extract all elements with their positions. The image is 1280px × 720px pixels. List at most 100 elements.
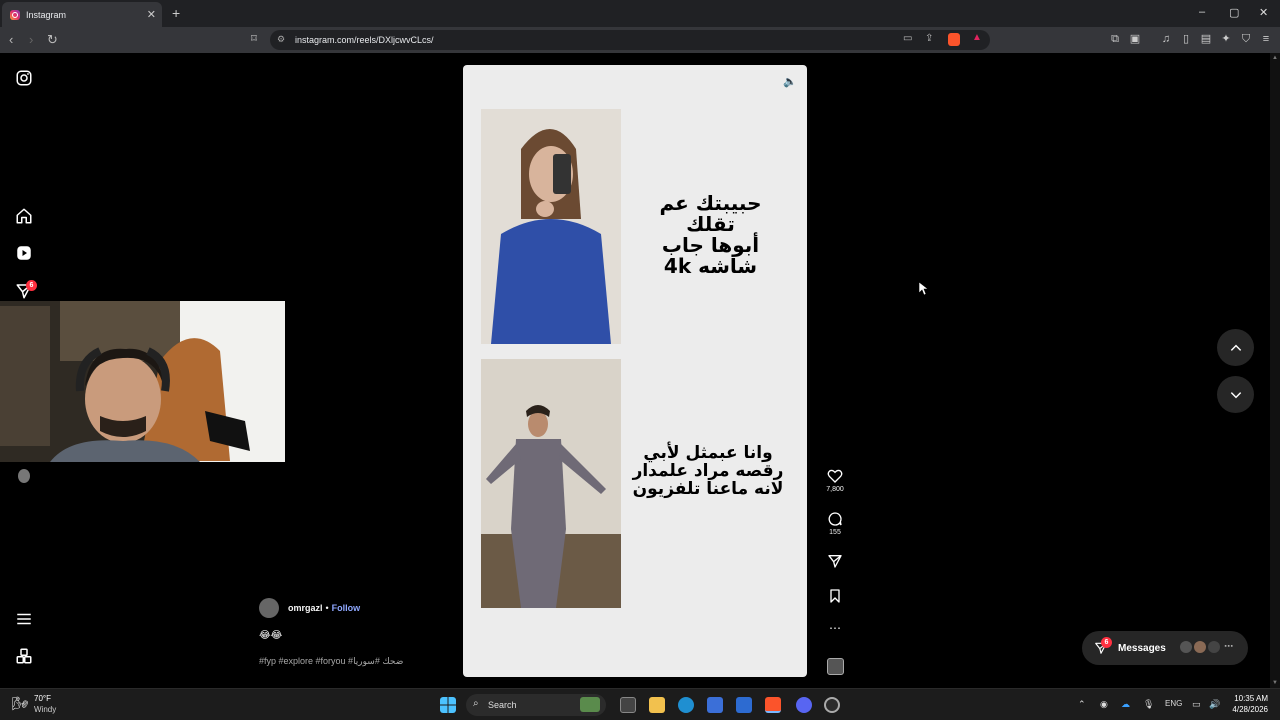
webcam-overlay bbox=[0, 301, 285, 462]
reading-list-icon[interactable]: ▣ bbox=[1129, 33, 1141, 45]
task-view-icon[interactable] bbox=[620, 697, 636, 713]
discord-icon[interactable] bbox=[796, 697, 812, 713]
cast-icon[interactable]: ▭ bbox=[903, 33, 912, 44]
reel-caption-top-line1: حبيبتك عم تقلك bbox=[659, 191, 762, 236]
instagram-favicon-icon bbox=[10, 9, 20, 20]
tab-title: Instagram bbox=[26, 9, 67, 20]
tab-instagram[interactable]: Instagram ✕ bbox=[2, 2, 162, 27]
onedrive-icon[interactable]: ☁ bbox=[1121, 699, 1130, 710]
messages-button[interactable]: 6 Messages ⋯ bbox=[1082, 631, 1248, 665]
also-from-meta-icon[interactable] bbox=[15, 647, 33, 665]
media-icon[interactable]: ♫ bbox=[1160, 33, 1172, 45]
reel-caption-emojis: 😂😂 bbox=[259, 630, 283, 641]
reel-caption-top: حبيبتك عم تقلك أبوها جاب شاشه 4k bbox=[633, 193, 788, 277]
volume-icon[interactable]: 🔊 bbox=[1209, 699, 1220, 710]
reel-video[interactable]: 🔈 حبيبتك عم تقلك أبوها جاب شاشه 4k وانا … bbox=[463, 65, 807, 677]
conversation-avatar-2[interactable] bbox=[1194, 641, 1206, 653]
conversation-avatar-3[interactable] bbox=[1208, 641, 1220, 653]
browser-tab-strip: Instagram ✕ + – ▢ ✕ bbox=[0, 0, 1280, 27]
site-info-icon[interactable]: ⚙ bbox=[277, 34, 285, 45]
clock-date[interactable]: 4/28/2026 bbox=[1228, 705, 1268, 714]
heart-icon[interactable] bbox=[827, 468, 843, 484]
minimize-button[interactable]: – bbox=[1199, 6, 1205, 18]
profile-avatar[interactable] bbox=[18, 469, 30, 483]
address-bar[interactable]: ⚙ instagram.com/reels/DXljcwvCLcs/ ▭ ⇪ ▲ bbox=[270, 30, 990, 50]
mouse-cursor-icon bbox=[919, 282, 928, 296]
comment-icon[interactable] bbox=[827, 511, 843, 527]
reel-hashtags[interactable]: #fyp #explore #foryou #ضحك #سوريا bbox=[259, 656, 403, 667]
share-action[interactable] bbox=[820, 553, 850, 571]
messages-label: Messages bbox=[1118, 642, 1166, 654]
like-action[interactable]: 7,800 bbox=[820, 468, 850, 493]
microphone-icon[interactable]: 🎙 bbox=[1143, 699, 1154, 710]
close-window-button[interactable]: ✕ bbox=[1259, 6, 1268, 19]
maximize-button[interactable]: ▢ bbox=[1229, 6, 1239, 19]
tray-overflow-icon[interactable]: ⌃ bbox=[1078, 699, 1086, 710]
leo-ai-icon[interactable]: ✦ bbox=[1220, 33, 1232, 45]
new-tab-button[interactable]: + bbox=[172, 5, 180, 21]
more-options-icon[interactable]: ⋯ bbox=[820, 622, 850, 634]
taskbar-search-placeholder: Search bbox=[488, 700, 517, 710]
conversation-avatar-1[interactable] bbox=[1180, 641, 1192, 653]
author-avatar[interactable] bbox=[259, 598, 279, 618]
reels-icon[interactable] bbox=[15, 244, 33, 262]
more-conversations-icon[interactable]: ⋯ bbox=[1224, 641, 1233, 652]
save-action[interactable] bbox=[820, 588, 850, 606]
tray-icon-1[interactable]: ◉ bbox=[1100, 699, 1108, 710]
home-icon[interactable] bbox=[15, 207, 33, 225]
wallet-icon[interactable]: ▤ bbox=[1200, 33, 1212, 45]
author-separator: • bbox=[325, 603, 329, 613]
like-count: 7,800 bbox=[826, 486, 844, 493]
sidebar-toggle-icon[interactable]: ▯ bbox=[1180, 33, 1192, 45]
next-reel-button[interactable] bbox=[1217, 376, 1254, 413]
follow-button[interactable]: Follow bbox=[332, 603, 361, 613]
instagram-logo-icon[interactable] bbox=[15, 69, 33, 87]
previous-reel-button[interactable] bbox=[1217, 329, 1254, 366]
start-button-icon[interactable] bbox=[440, 697, 456, 713]
url-text: instagram.com/reels/DXljcwvCLcs/ bbox=[295, 35, 434, 45]
clock-time[interactable]: 10:35 AM bbox=[1230, 694, 1268, 703]
weather-icon[interactable]: 🌬 bbox=[12, 696, 29, 712]
file-explorer-icon[interactable] bbox=[649, 697, 665, 713]
messages-badge: 6 bbox=[1101, 637, 1112, 648]
menu-icon[interactable]: ≡ bbox=[1260, 33, 1272, 45]
brave-browser-icon[interactable] bbox=[765, 697, 781, 713]
mail-icon[interactable] bbox=[736, 697, 752, 713]
notifications-badge: 6 bbox=[26, 280, 37, 291]
reel-photo-bottom bbox=[481, 359, 621, 608]
reload-icon[interactable]: ↻ bbox=[47, 32, 58, 48]
network-icon[interactable]: ▭ bbox=[1192, 699, 1201, 710]
extensions-icon[interactable]: ⧉ bbox=[1109, 33, 1121, 45]
edge-icon[interactable] bbox=[678, 697, 694, 713]
webcam-feed-image bbox=[0, 301, 285, 462]
bookmark-icon[interactable] bbox=[827, 588, 843, 604]
share-icon[interactable] bbox=[827, 553, 843, 569]
weather-temp: 70°F bbox=[34, 694, 51, 703]
vpn-icon[interactable]: ⛉ bbox=[1240, 33, 1252, 45]
forward-icon[interactable]: › bbox=[29, 32, 33, 47]
chevron-down-icon bbox=[1230, 391, 1241, 398]
chevron-up-icon bbox=[1230, 344, 1241, 351]
taskbar-search[interactable]: ⌕ Search bbox=[466, 694, 606, 716]
tab-close-icon[interactable]: ✕ bbox=[147, 8, 156, 21]
language-indicator[interactable]: ENG bbox=[1165, 699, 1182, 708]
app-icon[interactable] bbox=[824, 697, 840, 713]
bookmark-icon[interactable]: ⌑ bbox=[248, 33, 260, 45]
more-menu-icon[interactable] bbox=[15, 610, 33, 628]
brave-rewards-icon[interactable]: ▲ bbox=[972, 32, 982, 43]
reel-caption-bottom: وانا عبمثل لأبي رقصه مراد علمدار لانه ما… bbox=[628, 444, 788, 499]
back-icon[interactable]: ‹ bbox=[9, 32, 13, 47]
browser-toolbar: ‹ › ↻ ⌑ ⚙ instagram.com/reels/DXljcwvCLc… bbox=[0, 27, 1280, 53]
audio-thumbnail[interactable] bbox=[827, 658, 844, 675]
mute-icon[interactable]: 🔈 bbox=[783, 75, 797, 88]
page-scrollbar[interactable] bbox=[1270, 53, 1280, 688]
share-icon[interactable]: ⇪ bbox=[925, 33, 933, 44]
reel-caption-top-line3: شاشه 4k bbox=[663, 254, 758, 278]
author-username[interactable]: omrgazl bbox=[288, 603, 323, 613]
brave-shields-icon[interactable] bbox=[948, 33, 960, 46]
microsoft-store-icon[interactable] bbox=[707, 697, 723, 713]
comment-action[interactable]: 155 bbox=[820, 511, 850, 536]
reel-caption-top-line2: أبوها جاب bbox=[661, 233, 760, 257]
search-highlight-icon bbox=[580, 697, 600, 712]
reel-photo-top bbox=[481, 109, 621, 344]
